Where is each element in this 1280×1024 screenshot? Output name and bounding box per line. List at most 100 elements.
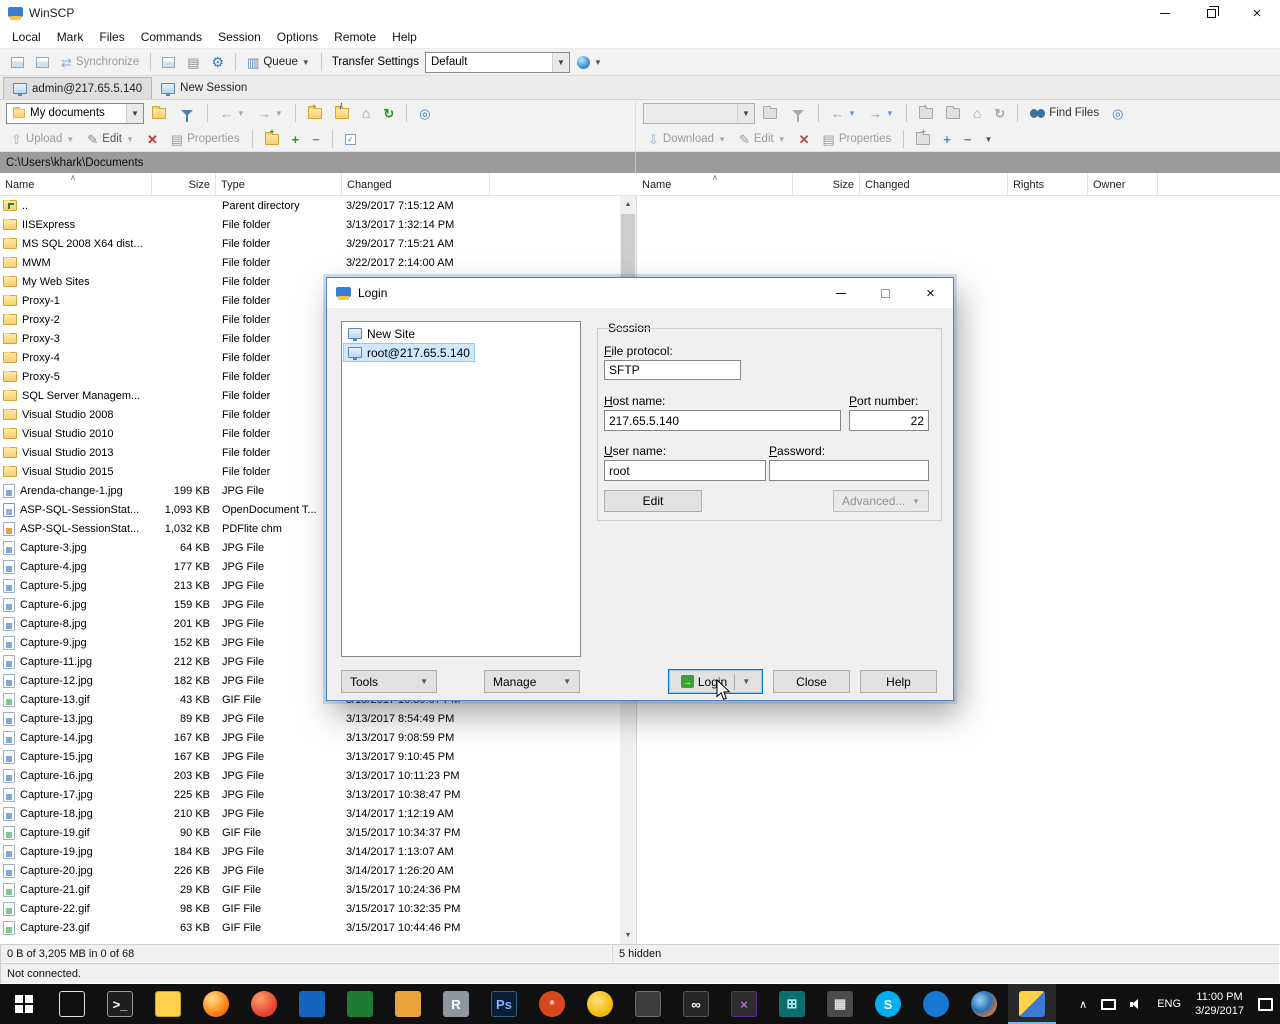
port-number-input[interactable] xyxy=(849,410,929,431)
taskbar-command-prompt-button[interactable]: >_ xyxy=(96,984,144,1024)
file-row[interactable]: Capture-21.gif 29 KB GIF File 3/15/2017 10:… xyxy=(0,880,620,899)
taskbar-app-blue-button[interactable] xyxy=(288,984,336,1024)
panel-layout-button[interactable] xyxy=(6,51,29,73)
file-row[interactable]: Capture-15.jpg 167 KB JPG File 3/13/2017 9:… xyxy=(0,747,620,766)
action-center-button[interactable] xyxy=(1251,984,1280,1024)
remote-back-button[interactable]: ← ▼ xyxy=(826,102,861,124)
local-path[interactable]: C:\Users\khark\Documents xyxy=(0,152,636,173)
remote-refresh-button[interactable]: ↻ xyxy=(989,102,1010,124)
local-edit-button[interactable]: ✎ Edit ▼ xyxy=(82,128,139,150)
scroll-down-icon[interactable]: ▼ xyxy=(620,927,636,944)
taskbar-burst-app-button[interactable]: * xyxy=(528,984,576,1024)
menu-help[interactable]: Help xyxy=(384,27,425,47)
dialog-close-button[interactable]: × xyxy=(908,278,953,308)
remote-header-name[interactable]: Name xyxy=(637,173,793,196)
taskbar-photoshop-button[interactable]: Ps xyxy=(480,984,528,1024)
file-row[interactable]: MWM File folder 3/22/2017 2:14:00 AM xyxy=(0,253,620,272)
taskbar-purple-x-app-button[interactable]: × xyxy=(720,984,768,1024)
minimize-button[interactable] xyxy=(1142,0,1188,26)
remote-add-bookmark-button[interactable]: ◎ xyxy=(1107,102,1128,124)
menu-files[interactable]: Files xyxy=(91,27,132,47)
site-item[interactable]: New Site xyxy=(343,324,420,343)
local-open-directory-button[interactable] xyxy=(147,102,171,124)
host-name-input[interactable] xyxy=(604,410,841,431)
local-header-size[interactable]: Size xyxy=(152,173,216,196)
local-back-button[interactable]: ← ▼ xyxy=(215,102,250,124)
taskbar-skype-button[interactable]: S xyxy=(864,984,912,1024)
taskbar-browser-orange-button[interactable] xyxy=(960,984,1008,1024)
preferences-button[interactable]: ⚙ xyxy=(207,51,230,73)
local-new-directory-button[interactable]: + xyxy=(260,128,284,150)
password-input[interactable] xyxy=(769,460,929,481)
remote-edit-button[interactable]: ✎ Edit ▼ xyxy=(734,128,791,150)
start-button[interactable] xyxy=(0,984,48,1024)
local-select-button[interactable]: + xyxy=(287,128,305,150)
local-parent-directory-button[interactable]: ↑ xyxy=(303,102,327,124)
taskbar-r-app-button[interactable]: R xyxy=(432,984,480,1024)
remote-header-size[interactable]: Size xyxy=(793,173,860,196)
local-filter-button[interactable] xyxy=(174,102,200,124)
taskbar-writer-app-button[interactable] xyxy=(384,984,432,1024)
find-files-button[interactable]: Find Files xyxy=(1025,102,1104,124)
advanced-button[interactable]: Advanced... ▼ xyxy=(833,490,929,512)
panel-layout2-button[interactable] xyxy=(31,51,54,73)
local-add-bookmark-button[interactable]: ◎ xyxy=(414,102,435,124)
restore-button[interactable] xyxy=(1188,0,1234,26)
tray-display-button[interactable] xyxy=(1094,984,1123,1024)
remote-root-directory-button[interactable] xyxy=(941,102,965,124)
remote-select-button[interactable]: + xyxy=(938,128,956,150)
file-row[interactable]: Capture-22.gif 98 KB GIF File 3/15/2017 10:… xyxy=(0,899,620,918)
file-row[interactable]: IISExpress File folder 3/13/2017 1:32:14 P… xyxy=(0,215,620,234)
menu-mark[interactable]: Mark xyxy=(49,27,92,47)
user-name-input[interactable] xyxy=(604,460,766,481)
file-row[interactable]: Capture-16.jpg 203 KB JPG File 3/13/2017 10… xyxy=(0,766,620,785)
tray-volume-button[interactable] xyxy=(1123,984,1150,1024)
local-root-directory-button[interactable]: / xyxy=(330,102,354,124)
dialog-minimize-button[interactable] xyxy=(818,278,863,308)
file-row[interactable]: Capture-20.jpg 226 KB JPG File 3/14/2017 1:… xyxy=(0,861,620,880)
remote-new-directory-button[interactable]: + xyxy=(911,128,935,150)
file-row[interactable]: Capture-13.jpg 89 KB JPG File 3/13/2017 8:5… xyxy=(0,709,620,728)
taskbar-winscp-button[interactable] xyxy=(1008,984,1056,1024)
file-row[interactable]: .. Parent directory 3/29/2017 7:15:12 AM xyxy=(0,196,620,215)
file-protocol-value[interactable]: SFTP xyxy=(604,360,741,380)
remote-directory-combo[interactable]: ▼ xyxy=(643,102,755,124)
remote-header-changed[interactable]: Changed xyxy=(860,173,1008,196)
menu-options[interactable]: Options xyxy=(269,27,326,47)
manage-button[interactable]: Manage ▼ xyxy=(484,670,580,693)
help-button[interactable]: Help xyxy=(860,670,937,693)
remote-filter-button[interactable] xyxy=(785,102,811,124)
local-header-name[interactable]: Name xyxy=(0,173,152,196)
file-row[interactable]: Capture-23.gif 63 KB GIF File 3/15/2017 10:… xyxy=(0,918,620,937)
taskbar-task-view-button[interactable] xyxy=(48,984,96,1024)
taskbar-remote-desktop-button[interactable]: ⊞ xyxy=(768,984,816,1024)
tools-button[interactable]: Tools ▼ xyxy=(341,670,437,693)
local-directory-combo[interactable]: My documents ▼ xyxy=(6,102,144,124)
remote-unselect-button[interactable]: − xyxy=(959,128,977,150)
file-row[interactable]: Capture-14.jpg 167 KB JPG File 3/13/2017 9:… xyxy=(0,728,620,747)
remote-home-directory-button[interactable]: ⌂ xyxy=(968,102,986,124)
scroll-up-icon[interactable]: ▲ xyxy=(620,196,636,213)
remote-properties-button[interactable]: ▤ Properties xyxy=(818,128,897,150)
local-refresh-button[interactable]: ↻ xyxy=(378,102,399,124)
file-row[interactable]: MS SQL 2008 X64 dist... File folder 3/29/2… xyxy=(0,234,620,253)
taskbar-file-explorer-button[interactable] xyxy=(144,984,192,1024)
session-tab-admin[interactable]: admin@217.65.5.140 xyxy=(3,77,153,99)
menu-remote[interactable]: Remote xyxy=(326,27,384,47)
taskbar-app-blue-2-button[interactable] xyxy=(912,984,960,1024)
site-item[interactable]: root@217.65.5.140 xyxy=(343,343,475,362)
remote-delete-button[interactable]: ✕ xyxy=(794,128,815,150)
local-home-directory-button[interactable]: ⌂ xyxy=(357,102,375,124)
compare-button[interactable] xyxy=(157,51,180,73)
close-button[interactable]: × xyxy=(1234,0,1280,26)
remote-open-directory-button[interactable] xyxy=(758,102,782,124)
clock[interactable]: 11:00 PM 3/29/2017 xyxy=(1188,984,1251,1024)
taskbar-browser-red-button[interactable] xyxy=(240,984,288,1024)
close-dialog-button[interactable]: Close xyxy=(773,670,850,693)
synchronize-button[interactable]: ⇄ Synchronize xyxy=(56,51,144,73)
remote-path[interactable] xyxy=(636,152,1280,173)
transfer-settings-combo[interactable]: Default ▼ xyxy=(424,51,570,73)
download-button[interactable]: ⇩ Download ▼ xyxy=(643,128,731,150)
taskbar-app-green-button[interactable] xyxy=(336,984,384,1024)
menu-local[interactable]: Local xyxy=(4,27,49,47)
